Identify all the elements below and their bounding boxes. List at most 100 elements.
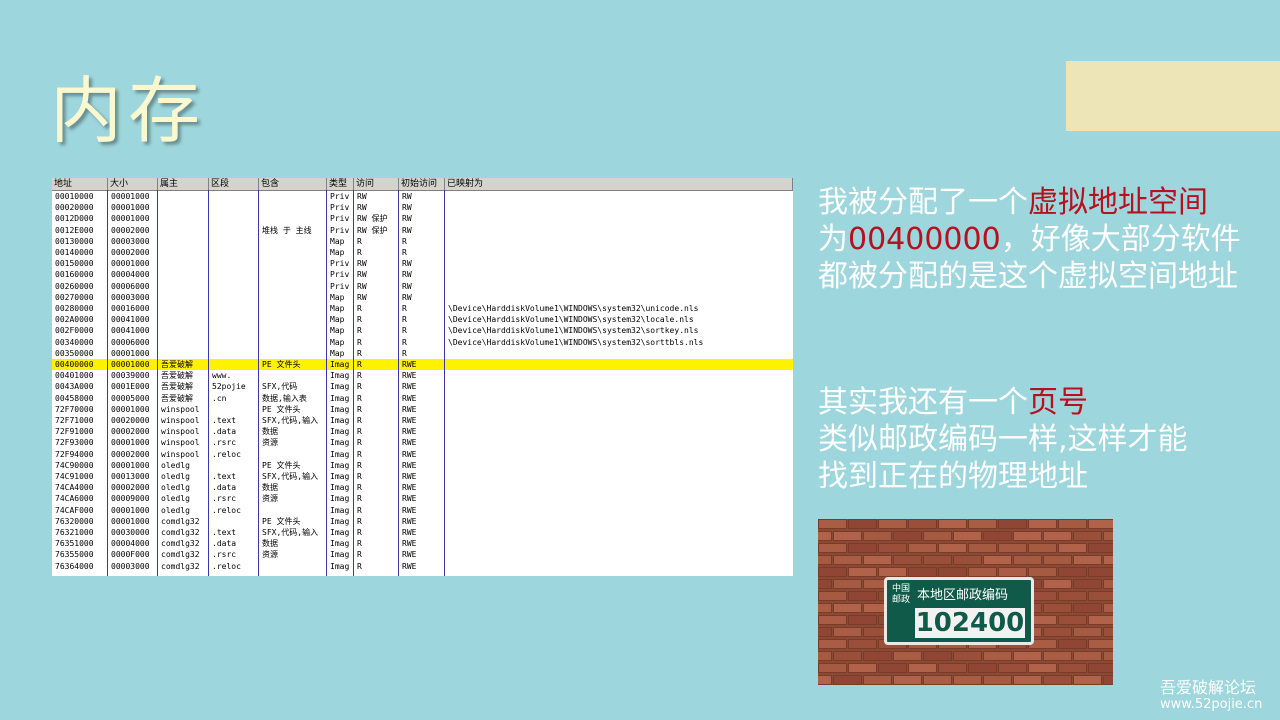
table-row[interactable]: 72F91000 00002000 winspool .data 数据 Imag R RWE: [52, 426, 793, 437]
brick: [878, 543, 907, 553]
table-cell: 52pojie: [212, 381, 258, 392]
table-row[interactable]: 0043A000 0001E000 吾爱破解 52pojie SFX,代码 Imag R RW…: [52, 381, 793, 392]
table-row[interactable]: 72F70000 00001000 winspool PE 文件头 Imag R RWE: [52, 404, 793, 415]
brick: [1103, 675, 1113, 685]
table-row[interactable]: 72F93000 00001000 winspool .rsrc 资源 Imag R RWE: [52, 437, 793, 448]
table-row[interactable]: 002A0000 00041000 Map R R \Device\HarddiskVol…: [52, 314, 793, 325]
table-row[interactable]: 72F94000 00002000 winspool .reloc Imag R RWE: [52, 449, 793, 460]
brick: [848, 543, 877, 553]
table-row[interactable]: 74C90000 00001000 oledlg PE 文件头 Imag R RWE: [52, 460, 793, 471]
table-cell: Imag: [330, 549, 353, 560]
table-cell: 00001000: [111, 191, 157, 202]
table-row[interactable]: 00400000 00001000 吾爱破解 PE 文件头 Imag R RWE: [52, 359, 793, 370]
table-row[interactable]: 00270000 00003000 Map RW RW: [52, 292, 793, 303]
table-cell: 00004000: [111, 538, 157, 549]
table-cell: RWE: [402, 460, 444, 471]
column-header[interactable]: 访问: [354, 178, 399, 190]
watermark-name: 吾爱破解论坛: [1160, 674, 1256, 698]
column-header[interactable]: 已映射为: [445, 178, 793, 190]
column-header[interactable]: 初始访问: [399, 178, 445, 190]
brick: [998, 519, 1027, 529]
table-row[interactable]: 74CA6000 00009000 oledlg .rsrc 资源 Imag R RWE: [52, 493, 793, 504]
brick: [938, 519, 967, 529]
column-header[interactable]: 包含: [259, 178, 327, 190]
table-cell: oledlg: [161, 493, 208, 504]
brick: [863, 555, 892, 565]
column-header[interactable]: 大小: [108, 178, 158, 190]
table-cell: RW: [402, 281, 444, 292]
brick: [818, 579, 832, 589]
table-row[interactable]: 00458000 00005000 吾爱破解 .cn 数据,输入表 Imag R RWE: [52, 393, 793, 404]
brick: [833, 531, 862, 541]
table-row[interactable]: 00260000 00006000 Priv RW RW: [52, 281, 793, 292]
column-header[interactable]: 地址: [52, 178, 108, 190]
column-header[interactable]: 类型: [327, 178, 354, 190]
table-row[interactable]: 72F71000 00020000 winspool .text SFX,代码,输入 Im…: [52, 415, 793, 426]
table-row[interactable]: 00401000 00039000 吾爱破解 www. Imag R RWE: [52, 370, 793, 381]
memory-map-header: 地址 大小 属主 区段 包含 类型 访问 初始访问 已映射为: [52, 178, 793, 191]
table-row[interactable]: 00140000 00002000 Map R R: [52, 247, 793, 258]
table-cell: 00001000: [111, 202, 157, 213]
brick: [953, 555, 982, 565]
table-cell: 72F93000: [55, 437, 107, 448]
table-cell: Priv: [330, 269, 353, 280]
table-row[interactable]: 00280000 00016000 Map R R \Device\HarddiskVol…: [52, 303, 793, 314]
brick: [953, 531, 982, 541]
column-header[interactable]: 属主: [158, 178, 209, 190]
table-row[interactable]: 00340000 00006000 Map R R \Device\HarddiskVol…: [52, 337, 793, 348]
brick: [1058, 591, 1087, 601]
table-row[interactable]: 0012E000 00002000 堆栈 于 主线 Priv RW 保护 RW: [52, 225, 793, 236]
table-cell: .data: [212, 426, 258, 437]
table-cell: R: [357, 393, 398, 404]
brick: [983, 555, 1012, 565]
brick: [848, 519, 877, 529]
table-row[interactable]: 00150000 00001000 Priv RW RW: [52, 258, 793, 269]
table-cell: .rsrc: [212, 549, 258, 560]
brick: [1103, 579, 1113, 589]
table-row[interactable]: 002F0000 00041000 Map R R \Device\HarddiskVol…: [52, 325, 793, 336]
brick: [1058, 663, 1087, 673]
table-row[interactable]: 76364000 00003000 comdlg32 .reloc Imag R RWE: [52, 561, 793, 572]
table-row[interactable]: 76355000 0000F000 comdlg32 .rsrc 资源 Imag R RWE: [52, 549, 793, 560]
table-cell: 数据: [262, 538, 326, 549]
brick: [833, 555, 862, 565]
brick: [923, 555, 952, 565]
table-row[interactable]: 00130000 00003000 Map R R: [52, 236, 793, 247]
table-cell: RWE: [402, 549, 444, 560]
table-cell: 00002000: [111, 426, 157, 437]
table-row[interactable]: 00010000 00001000 Priv RW RW: [52, 191, 793, 202]
side-text-highlight: 虚拟地址空间: [1028, 185, 1208, 220]
brick: [818, 675, 832, 685]
table-cell: SFX,代码,输入: [262, 471, 326, 482]
table-cell: R: [402, 337, 444, 348]
brick: [1103, 603, 1113, 613]
table-cell: R: [402, 247, 444, 258]
table-row[interactable]: 76321000 00030000 comdlg32 .text SFX,代码,输入 Im…: [52, 527, 793, 538]
brick: [1088, 567, 1113, 577]
column-header[interactable]: 区段: [209, 178, 259, 190]
table-row[interactable]: 74C91000 00013000 oledlg .text SFX,代码,输入 Imag…: [52, 471, 793, 482]
table-row[interactable]: 00020000 00001000 Priv RW RW: [52, 202, 793, 213]
table-row[interactable]: 00350000 00001000 Map R R: [52, 348, 793, 359]
brick: [1088, 639, 1113, 649]
table-cell: comdlg32: [161, 538, 208, 549]
table-row[interactable]: 76351000 00004000 comdlg32 .data 数据 Imag R RWE: [52, 538, 793, 549]
table-row[interactable]: 00160000 00004000 Priv RW RW: [52, 269, 793, 280]
brick: [1073, 531, 1102, 541]
brick: [983, 675, 1012, 685]
table-cell: comdlg32: [161, 516, 208, 527]
brick: [818, 615, 847, 625]
table-row[interactable]: 76320000 00001000 comdlg32 PE 文件头 Imag R RWE: [52, 516, 793, 527]
brick: [1043, 603, 1072, 613]
table-cell: Imag: [330, 370, 353, 381]
table-cell: .rsrc: [212, 493, 258, 504]
brick: [1088, 591, 1113, 601]
table-row[interactable]: 74CA4000 00002000 oledlg .data 数据 Imag R RWE: [52, 482, 793, 493]
table-row[interactable]: 0012D000 00001000 Priv RW 保护 RW: [52, 213, 793, 224]
table-row[interactable]: 74CAF000 00001000 oledlg .reloc Imag R RWE: [52, 505, 793, 516]
table-cell: RWE: [402, 538, 444, 549]
table-cell: Imag: [330, 460, 353, 471]
side-text-line: 我被分配了一个虚拟地址空间: [818, 184, 1241, 221]
table-cell: 00003000: [111, 236, 157, 247]
table-cell: 76351000: [55, 538, 107, 549]
